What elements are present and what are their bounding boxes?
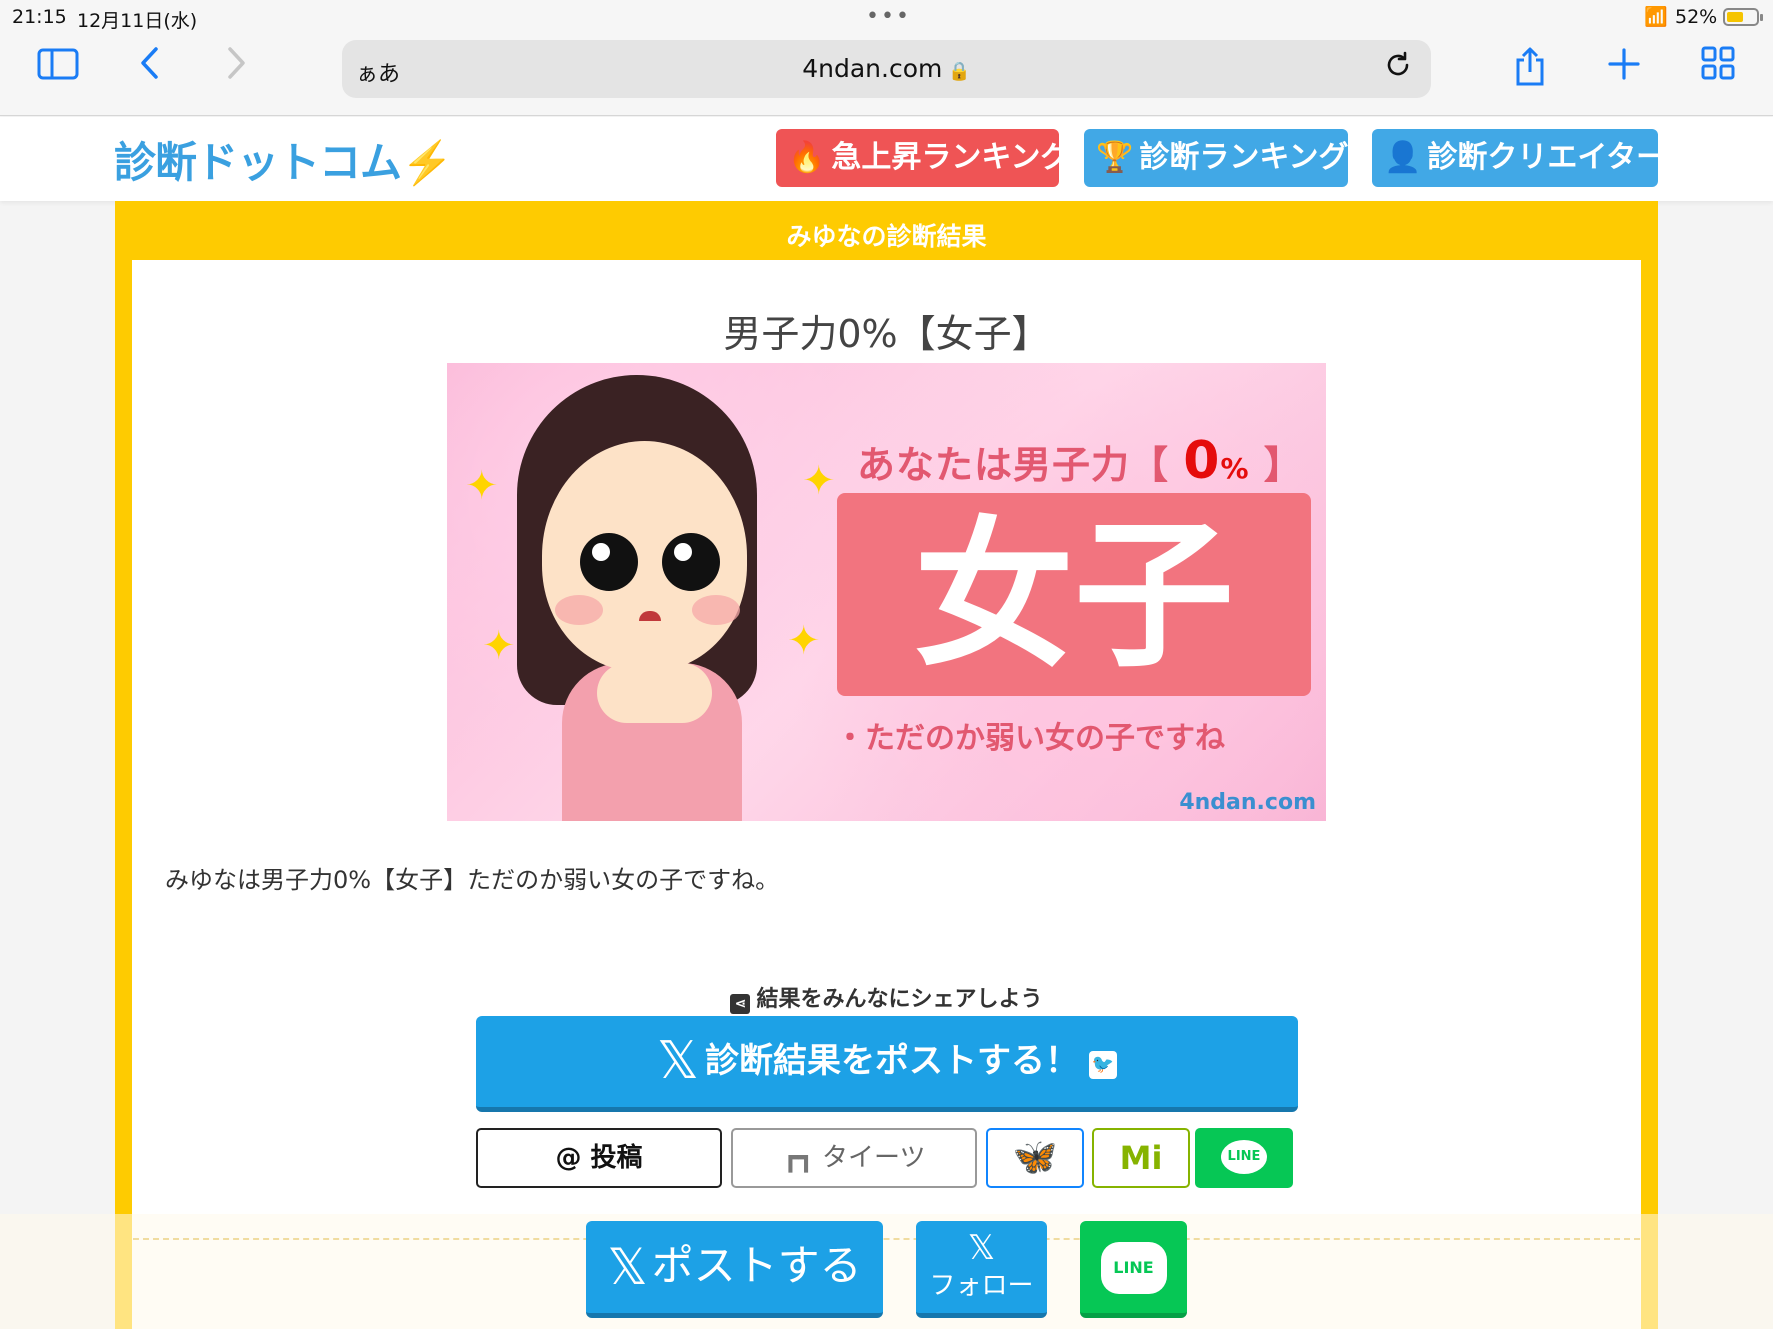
headline-prefix: あなたは男子力【 — [857, 443, 1170, 487]
address-bar[interactable]: ぁあ 4ndan.com 🔒 — [342, 40, 1431, 98]
reload-icon[interactable] — [1383, 50, 1413, 88]
image-headline: あなたは男子力【 0% 】 — [857, 431, 1303, 491]
lock-icon: 🔒 — [948, 61, 971, 82]
result-frame: みゆなの診断結果 男子力0%【女子】 ✦ ✦ ✦ ✦ あなたは男子力【 0% 】… — [115, 201, 1658, 1329]
sparkle-icon: ✦ — [482, 623, 516, 669]
frame-title: みゆなの診断結果 — [786, 222, 987, 251]
taittsu-label: タイーツ — [822, 1143, 926, 1173]
tabs-overview-icon[interactable] — [1690, 46, 1746, 92]
bottom-follow-label: フォロー — [929, 1271, 1034, 1301]
trophy-icon: 🏆 — [1096, 140, 1134, 175]
twitter-bird-icon: 🐦 — [1088, 1051, 1117, 1079]
sparkle-icon: ✦ — [802, 458, 836, 504]
site-logo[interactable]: 診断ドットコム⚡ — [114, 129, 453, 190]
headline-suffix: 】 — [1263, 443, 1303, 487]
wifi-icon: 📶 — [1644, 6, 1668, 28]
image-watermark: 4ndan.com — [1179, 790, 1316, 815]
url-host[interactable]: 4ndan.com 🔒 — [342, 54, 1431, 83]
plus-icon[interactable] — [1596, 46, 1652, 92]
creator-button[interactable]: 👤 診断クリエイター — [1372, 129, 1666, 187]
threads-label: 投稿 — [590, 1143, 643, 1173]
battery-icon — [1723, 8, 1763, 26]
site-header: 診断ドットコム⚡ 🔥 急上昇ランキング 🏆 診断ランキング 👤 診断クリエイター — [0, 117, 1773, 201]
bluesky-share-button[interactable]: 🦋 — [986, 1128, 1084, 1188]
share-heading-text: 結果をみんなにシェアしよう — [756, 987, 1043, 1012]
butterfly-icon: 🦋 — [1012, 1137, 1058, 1178]
forward-icon[interactable] — [208, 46, 264, 92]
share-heading: ⋖ 結果をみんなにシェアしよう — [132, 981, 1641, 1014]
bottom-post-button[interactable]: 𝕏ポストする — [586, 1221, 883, 1318]
illustration-eye-right — [662, 533, 720, 591]
misskey-icon: Mi — [1119, 1139, 1163, 1177]
flame-icon: 🔥 — [788, 140, 826, 175]
post-result-button[interactable]: 𝕏 診断結果をポストする！ 🐦 — [476, 1016, 1298, 1112]
bottom-follow-button[interactable]: 𝕏 フォロー — [916, 1221, 1047, 1318]
line-icon: LINE — [1221, 1139, 1267, 1174]
misskey-share-button[interactable]: Mi — [1092, 1128, 1190, 1188]
status-date: 12月11日(水) — [77, 10, 198, 32]
battery-percentage: 52% — [1675, 6, 1718, 28]
x-logo-icon: 𝕏 — [967, 1228, 996, 1268]
back-icon[interactable] — [122, 46, 178, 92]
ranking-button[interactable]: 🏆 診断ランキング — [1084, 129, 1348, 187]
result-text: みゆなは男子力0%【女子】ただのか弱い女の子ですね。 — [165, 866, 780, 894]
illustration-hands — [597, 663, 712, 723]
result-image: ✦ ✦ ✦ ✦ あなたは男子力【 0% 】 女子 ・ただのか弱い女の子ですね 4… — [447, 363, 1326, 821]
x-logo-icon: 𝕏 — [657, 1031, 699, 1091]
share-icon: ⋖ — [730, 994, 751, 1014]
x-logo-icon: 𝕏 — [607, 1238, 648, 1296]
image-big-box: 女子 — [837, 493, 1311, 696]
rising-ranking-label: 急上昇ランキング — [831, 140, 1071, 175]
illustration-cheek-right — [692, 595, 740, 625]
threads-icon: @ — [555, 1143, 582, 1173]
status-bar: 21:15 12月11日(水) ••• 📶 52% — [0, 0, 1773, 34]
user-icon: 👤 — [1384, 140, 1422, 175]
multitasking-dots-icon[interactable]: ••• — [866, 4, 911, 29]
ranking-label: 診断ランキング — [1139, 140, 1349, 175]
share-icon[interactable] — [1502, 46, 1558, 92]
sidebar-icon[interactable] — [30, 46, 86, 92]
lightning-icon: ⚡ — [401, 139, 453, 186]
post-result-label: 診断結果をポストする！ — [704, 1041, 1079, 1081]
sparkle-icon: ✦ — [465, 463, 499, 509]
bottom-share-bar — [0, 1214, 1773, 1329]
illustration-cheek-left — [555, 595, 603, 625]
sparkle-icon: ✦ — [787, 618, 821, 664]
result-card: 男子力0%【女子】 ✦ ✦ ✦ ✦ あなたは男子力【 0% 】 女子 ・ただのか… — [132, 260, 1641, 1329]
line-share-button[interactable]: LINE — [1195, 1128, 1293, 1188]
rising-ranking-button[interactable]: 🔥 急上昇ランキング — [776, 129, 1070, 187]
url-text: 4ndan.com — [802, 54, 943, 83]
illustration-eye-left — [580, 533, 638, 591]
result-title: 男子力0%【女子】 — [723, 312, 1050, 356]
browser-chrome: 21:15 12月11日(水) ••• 📶 52% ぁあ 4ndan.com 🔒 — [0, 0, 1773, 116]
bottom-line-button[interactable]: LINE — [1080, 1221, 1187, 1318]
taittsu-icon: ┏┓ — [782, 1143, 814, 1173]
taittsu-share-button[interactable]: ┏┓ タイーツ — [731, 1128, 977, 1188]
logo-text: 診断ドットコム — [114, 139, 402, 186]
image-big-word: 女子 — [913, 502, 1234, 689]
creator-label: 診断クリエイター — [1427, 140, 1667, 175]
bottom-post-label: ポストする — [651, 1241, 862, 1290]
status-time: 21:15 — [12, 6, 67, 28]
headline-value: 0% — [1183, 431, 1250, 491]
threads-share-button[interactable]: @ 投稿 — [476, 1128, 722, 1188]
image-subtitle: ・ただのか弱い女の子ですね — [835, 721, 1225, 756]
line-icon: LINE — [1100, 1241, 1167, 1294]
